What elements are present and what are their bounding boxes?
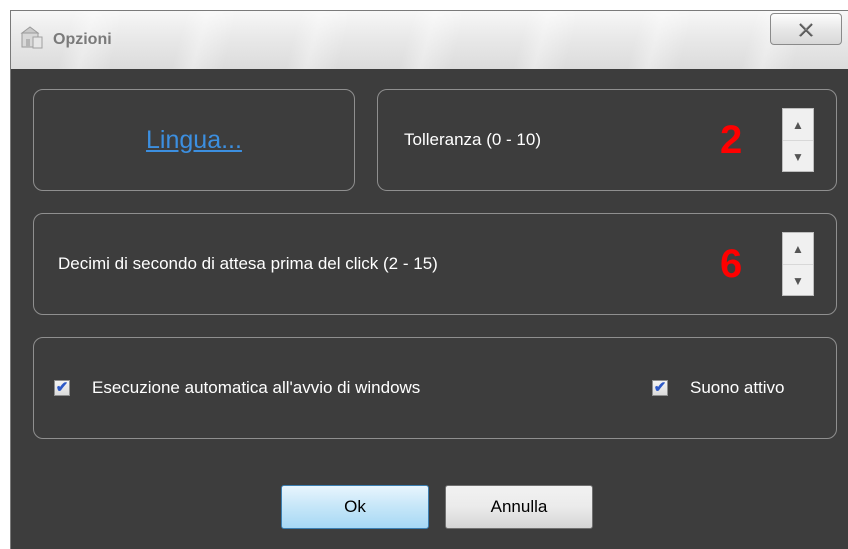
title-bar[interactable]: Opzioni — [11, 11, 848, 69]
delay-panel: Decimi di secondo di attesa prima del cl… — [33, 213, 837, 315]
autostart-checkbox[interactable]: ✔ — [54, 379, 70, 396]
window-title: Opzioni — [53, 31, 112, 48]
sound-label[interactable]: Suono attivo — [690, 378, 785, 398]
spin-down-icon[interactable]: ▼ — [783, 141, 813, 173]
delay-value: 6 — [720, 242, 743, 286]
autostart-label[interactable]: Esecuzione automatica all'avvio di windo… — [92, 378, 420, 398]
language-link[interactable]: Lingua... — [34, 126, 354, 155]
spin-down-icon[interactable]: ▼ — [783, 265, 813, 297]
cancel-button[interactable]: Annulla — [445, 485, 593, 529]
checkmark-icon: ✔ — [653, 379, 667, 396]
close-icon — [771, 16, 841, 45]
tolerance-value: 2 — [720, 118, 743, 162]
delay-label-text: Decimi di secondo di attesa prima del cl… — [58, 254, 438, 273]
delay-spinner[interactable]: ▲ ▼ — [782, 232, 814, 296]
dialog-body: Lingua... Tolleranza (0 - 10) 2 ▲ ▼ Deci… — [11, 69, 848, 549]
options-window: Opzioni Lingua... Tolleranza (0 - 10) 2 … — [10, 10, 848, 549]
language-panel: Lingua... — [33, 89, 355, 191]
tolerance-spinner[interactable]: ▲ ▼ — [782, 108, 814, 172]
sound-checkbox[interactable]: ✔ — [652, 379, 668, 396]
ok-button[interactable]: Ok — [281, 485, 429, 529]
options-panel: ✔ Esecuzione automatica all'avvio di win… — [33, 337, 837, 439]
tolerance-panel: Tolleranza (0 - 10) 2 ▲ ▼ — [377, 89, 837, 191]
spin-up-icon[interactable]: ▲ — [783, 109, 813, 141]
tolerance-label: Tolleranza (0 - 10) — [404, 130, 542, 149]
close-button[interactable] — [770, 13, 842, 45]
spin-up-icon[interactable]: ▲ — [783, 233, 813, 265]
checkmark-icon: ✔ — [55, 379, 69, 396]
app-icon — [20, 26, 43, 49]
